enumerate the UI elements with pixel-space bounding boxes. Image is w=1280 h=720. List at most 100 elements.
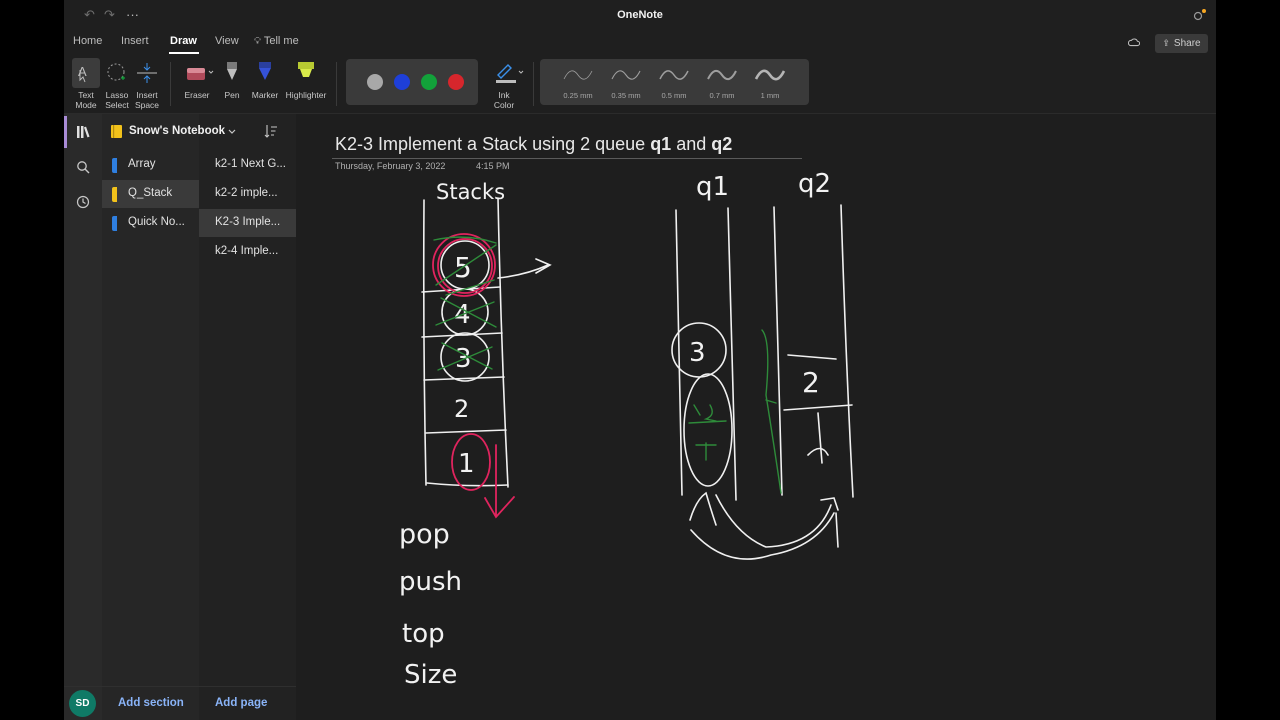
width-label: 0.5 mm (661, 91, 687, 100)
width-option[interactable]: 0.25 mm (556, 63, 600, 100)
page-label: k2-2 imple... (215, 187, 278, 199)
share-icon: ⇪ (1162, 38, 1170, 48)
op-top: top (402, 619, 445, 649)
chevron-down-icon (228, 129, 236, 134)
section-item-array[interactable]: Array (102, 151, 199, 179)
width-label: 1 mm (760, 91, 780, 100)
notebooks-icon[interactable] (76, 125, 90, 139)
lasso-label1: Lasso (105, 90, 129, 100)
toolbar-divider (336, 62, 337, 106)
ink-color-icon (496, 64, 524, 83)
tab-view[interactable]: View (215, 35, 239, 47)
width-option[interactable]: 0.5 mm (652, 63, 696, 100)
page-item[interactable]: k2-2 imple... (199, 180, 296, 208)
insert-space-icon (137, 63, 157, 83)
op-push: push (399, 567, 462, 597)
pen-button[interactable]: Pen (220, 58, 244, 100)
pen-label: Pen (224, 90, 240, 100)
pen-icon (227, 62, 237, 80)
notebook-switcher[interactable]: Snow's Notebook (102, 114, 296, 150)
marker-button[interactable]: Marker (250, 58, 280, 100)
width-option[interactable]: 0.35 mm (604, 63, 648, 100)
notifications-icon[interactable] (1192, 8, 1206, 25)
color-swatch-gray[interactable] (367, 74, 383, 90)
page-label: k2-4 Imple... (215, 245, 279, 257)
page-item[interactable]: k2-4 Imple... (199, 238, 296, 266)
search-icon[interactable] (76, 160, 90, 174)
q2-label: q2 (798, 169, 831, 199)
toolbar-divider (533, 62, 534, 106)
navigation-rail (64, 114, 102, 720)
sort-icon[interactable] (264, 124, 278, 138)
notebook-icon (111, 125, 122, 138)
eraser-label: Eraser (184, 90, 210, 100)
text-mode-button[interactable]: A Text Mode (71, 58, 101, 110)
share-button[interactable]: ⇪ Share (1155, 34, 1208, 53)
highlighter-icon (298, 62, 314, 77)
app-title: OneNote (617, 9, 663, 21)
width-option[interactable]: 0.7 mm (700, 63, 744, 100)
stroke-sample-icon (563, 70, 593, 80)
avatar[interactable]: SD (69, 690, 96, 717)
page-item-active[interactable]: K2-3 Imple... (199, 209, 296, 237)
sections-panel: Array Q_Stack Quick No... (102, 114, 199, 720)
q2-item-2: 2 (802, 366, 820, 399)
color-swatch-red[interactable] (448, 74, 464, 90)
lasso-icon (107, 63, 125, 81)
tell-me-label: Tell me (263, 35, 299, 47)
nav-active-indicator (64, 116, 67, 148)
q1-label: q1 (696, 172, 729, 202)
toolbar-divider (170, 62, 171, 106)
section-label: Q_Stack (128, 187, 173, 199)
ribbon-tabs: Home Insert Draw View 💡︎ Tell me ⇪ Share (64, 32, 1216, 54)
text-mode-label1: Text (78, 90, 94, 100)
page-label: k2-1 Next G... (215, 158, 286, 170)
tab-home[interactable]: Home (73, 35, 102, 47)
eraser-button[interactable]: Eraser (180, 58, 214, 100)
lasso-select-button[interactable]: Lasso Select (102, 58, 132, 110)
op-size: Size (404, 660, 457, 690)
page-canvas[interactable]: K2-3 Implement a Stack using 2 queue q1 … (296, 115, 1216, 720)
share-label: Share (1173, 38, 1201, 49)
color-palette (346, 59, 478, 105)
title-bar: ↶ ↷ ··· OneNote (64, 0, 1216, 32)
stroke-sample-icon (754, 69, 786, 81)
width-option[interactable]: 1 mm (748, 63, 792, 100)
section-color-tab (112, 216, 117, 231)
tell-me[interactable]: 💡︎ Tell me (254, 35, 299, 47)
tab-draw[interactable]: Draw (170, 35, 197, 47)
color-swatch-blue[interactable] (394, 74, 410, 90)
stroke-sample-icon (611, 70, 641, 80)
width-label: 0.25 mm (563, 91, 593, 100)
ink-drawing[interactable]: Stacks 5 4 3 2 1 q1 q2 3 2 pop push top … (296, 115, 1216, 720)
sidebar-footer: SD Add section Add page (64, 686, 296, 720)
recent-clock-icon[interactable] (76, 195, 90, 209)
stack-item-2: 2 (454, 395, 469, 423)
add-page-button[interactable]: Add page (215, 697, 267, 709)
insert-space-button[interactable]: Insert Space (132, 58, 162, 110)
section-label: Array (128, 158, 156, 170)
ink-color-label2: Color (493, 100, 515, 110)
section-item-quick-notes[interactable]: Quick No... (102, 209, 199, 237)
section-item-q-stack[interactable]: Q_Stack (102, 180, 199, 208)
op-pop: pop (399, 519, 450, 550)
highlighter-button[interactable]: Highlighter (283, 58, 329, 100)
stroke-width-picker: 0.25 mm 0.35 mm 0.5 mm 0.7 mm 1 mm (540, 59, 809, 105)
q1-item-3: 3 (689, 338, 706, 368)
notebook-name: Snow's Notebook (129, 125, 226, 137)
stack-label: Stacks (436, 180, 505, 204)
draw-toolbar: A Text Mode Lasso Select Insert Space Er… (64, 54, 1216, 114)
add-section-button[interactable]: Add section (118, 697, 184, 709)
tab-insert[interactable]: Insert (121, 35, 149, 47)
section-color-tab (112, 158, 117, 173)
onenote-window: ↶ ↷ ··· OneNote Home Insert Draw View 💡︎… (64, 0, 1216, 720)
width-label: 0.7 mm (709, 91, 735, 100)
width-label: 0.35 mm (611, 91, 641, 100)
sync-status-icon[interactable] (1128, 37, 1140, 49)
ink-color-button[interactable]: Ink Color (484, 58, 524, 110)
stroke-sample-icon (707, 69, 737, 81)
lasso-label2: Select (105, 100, 129, 110)
color-swatch-green[interactable] (421, 74, 437, 90)
eraser-icon (187, 68, 214, 80)
page-item[interactable]: k2-1 Next G... (199, 151, 296, 179)
